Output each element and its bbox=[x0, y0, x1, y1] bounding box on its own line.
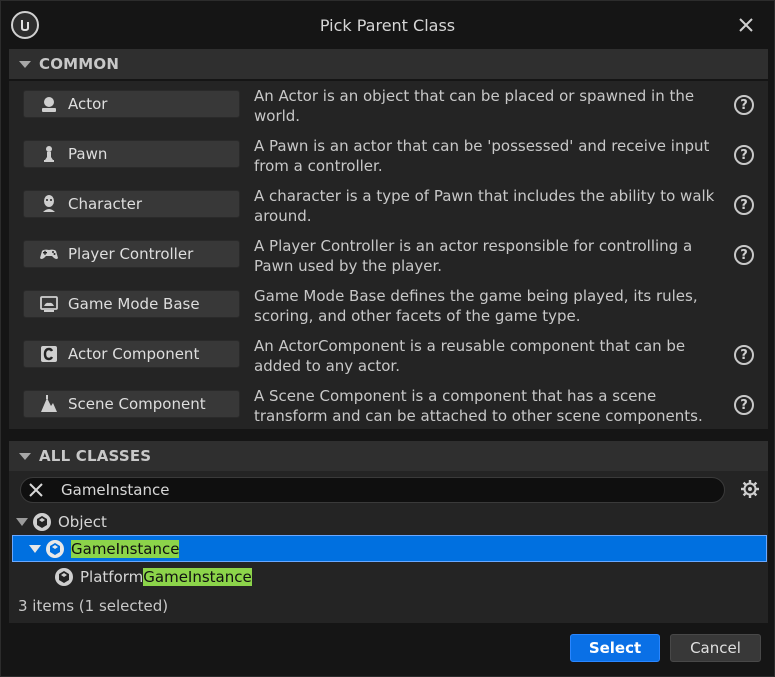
collapse-arrow-icon bbox=[19, 452, 31, 460]
character-button[interactable]: Character bbox=[23, 190, 240, 218]
collapse-arrow-icon bbox=[19, 60, 31, 68]
actor-button[interactable]: Actor bbox=[23, 90, 240, 118]
class-search-box bbox=[20, 477, 725, 503]
scene-component-icon bbox=[38, 393, 60, 415]
class-cube-icon bbox=[32, 512, 52, 532]
actor-component-icon bbox=[38, 343, 60, 365]
game-mode-base-button[interactable]: Game Mode Base bbox=[23, 290, 240, 318]
cancel-button[interactable]: Cancel bbox=[670, 634, 761, 662]
selection-status: 3 items (1 selected) bbox=[18, 597, 169, 615]
tree-row-label: GameInstance bbox=[71, 539, 180, 558]
pawn-button[interactable]: Pawn bbox=[23, 140, 240, 168]
common-class-row: Character A character is a type of Pawn … bbox=[9, 181, 768, 231]
help-icon[interactable]: ? bbox=[734, 145, 754, 165]
tree-row-platformgameinstance[interactable]: PlatformGameInstance bbox=[12, 563, 767, 590]
close-icon[interactable] bbox=[736, 15, 756, 35]
common-class-row: Player Controller A Player Controller is… bbox=[9, 231, 768, 281]
character-icon bbox=[38, 193, 60, 215]
scene-component-button[interactable]: Scene Component bbox=[23, 390, 240, 418]
character-button-label: Character bbox=[68, 195, 143, 213]
common-class-row: Game Mode Base Game Mode Base defines th… bbox=[9, 281, 768, 331]
pawn-button-label: Pawn bbox=[68, 145, 108, 163]
game-mode-base-button-label: Game Mode Base bbox=[68, 295, 200, 313]
pick-parent-class-dialog: Pick Parent Class COMMON Actor An Actor … bbox=[0, 0, 775, 677]
common-class-row: Actor Component An ActorComponent is a r… bbox=[9, 331, 768, 381]
title-bar: Pick Parent Class bbox=[1, 1, 774, 49]
player-controller-description: A Player Controller is an actor responsi… bbox=[254, 237, 693, 275]
gear-icon[interactable] bbox=[740, 479, 760, 499]
common-classes-list: Actor An Actor is an object that can be … bbox=[9, 81, 768, 429]
actor-component-description: An ActorComponent is a reusable componen… bbox=[254, 337, 686, 375]
actor-description: An Actor is an object that can be placed… bbox=[254, 87, 695, 125]
actor-icon bbox=[38, 93, 60, 115]
expand-arrow-icon bbox=[29, 544, 41, 553]
scene-component-description: A Scene Component is a component that ha… bbox=[254, 387, 703, 425]
pawn-icon bbox=[38, 143, 60, 165]
help-icon[interactable]: ? bbox=[734, 195, 754, 215]
select-button[interactable]: Select bbox=[570, 634, 660, 662]
tree-row-label: Object bbox=[58, 512, 107, 531]
player-controller-button[interactable]: Player Controller bbox=[23, 240, 240, 268]
character-description: A character is a type of Pawn that inclu… bbox=[254, 187, 715, 225]
common-section-label: COMMON bbox=[39, 55, 120, 73]
scene-component-button-label: Scene Component bbox=[68, 395, 206, 413]
help-icon[interactable]: ? bbox=[734, 95, 754, 115]
tree-row-gameinstance[interactable]: GameInstance bbox=[12, 535, 767, 562]
class-cube-icon bbox=[45, 539, 65, 559]
clear-search-icon[interactable] bbox=[27, 481, 45, 499]
common-section-header[interactable]: COMMON bbox=[9, 49, 768, 79]
help-icon[interactable]: ? bbox=[734, 245, 754, 265]
help-icon[interactable]: ? bbox=[734, 395, 754, 415]
tree-row-label: PlatformGameInstance bbox=[80, 567, 252, 586]
tree-row-object[interactable]: Object bbox=[12, 508, 767, 535]
dialog-title: Pick Parent Class bbox=[319, 16, 456, 35]
expand-arrow-icon bbox=[16, 517, 28, 526]
actor-button-label: Actor bbox=[68, 95, 108, 113]
common-class-row: Scene Component A Scene Component is a c… bbox=[9, 381, 768, 431]
all-classes-panel: Object GameInstance PlatformGameInstance… bbox=[9, 471, 768, 623]
class-search-input[interactable] bbox=[61, 480, 701, 500]
class-cube-icon bbox=[54, 567, 74, 587]
game-mode-icon bbox=[38, 293, 60, 315]
game-mode-base-description: Game Mode Base defines the game being pl… bbox=[254, 287, 698, 325]
actor-component-button-label: Actor Component bbox=[68, 345, 200, 363]
gamepad-icon bbox=[38, 243, 60, 265]
common-class-row: Pawn A Pawn is an actor that can be 'pos… bbox=[9, 131, 768, 181]
common-class-row: Actor An Actor is an object that can be … bbox=[9, 81, 768, 131]
pawn-description: A Pawn is an actor that can be 'possesse… bbox=[254, 137, 710, 175]
all-classes-section-label: ALL CLASSES bbox=[39, 447, 152, 465]
help-icon[interactable]: ? bbox=[734, 345, 754, 365]
player-controller-button-label: Player Controller bbox=[68, 245, 194, 263]
actor-component-button[interactable]: Actor Component bbox=[23, 340, 240, 368]
all-classes-section-header[interactable]: ALL CLASSES bbox=[9, 441, 768, 471]
